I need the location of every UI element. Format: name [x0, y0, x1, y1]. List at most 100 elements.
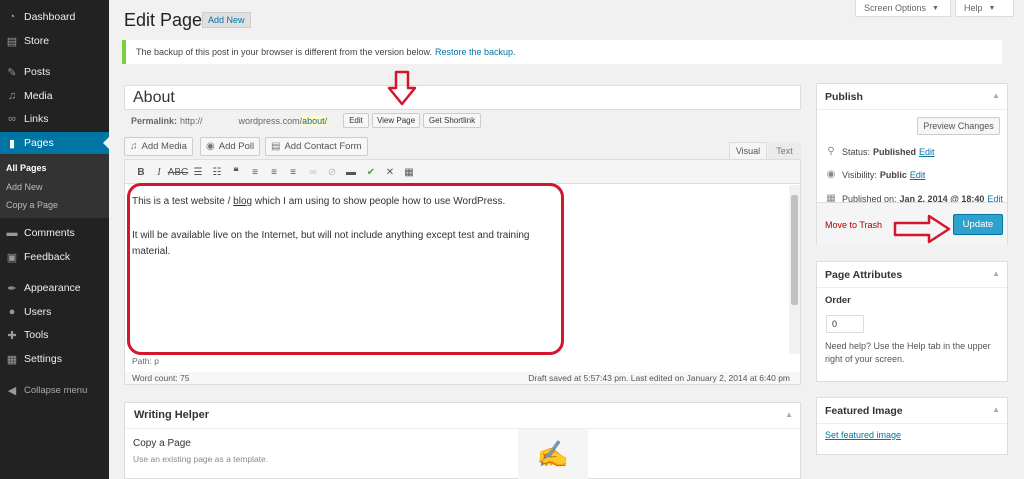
status-label: Status:	[842, 146, 871, 157]
permalink-row: Permalink: http:// wordpress.com/ about/	[131, 116, 328, 126]
page-attributes-box: Page Attributes ▲ Order 0 Need help? Use…	[816, 261, 1008, 382]
dashboard-icon: ◔	[8, 11, 16, 23]
sidebar-item-posts[interactable]: ✎ Posts	[0, 62, 109, 82]
sidebar-collapse-menu[interactable]: ◀ Collapse menu	[0, 380, 109, 400]
kitchen-sink-icon[interactable]: ▦	[402, 165, 416, 179]
align-left-icon[interactable]: ≡	[248, 165, 262, 179]
copy-a-page-title[interactable]: Copy a Page	[133, 438, 191, 449]
visibility-edit-link[interactable]: Edit	[910, 170, 926, 180]
move-to-trash-link[interactable]: Move to Trash	[825, 220, 882, 230]
divider	[817, 423, 1007, 424]
publish-title: Publish	[825, 91, 863, 103]
permalink-slug[interactable]: about/	[302, 116, 328, 126]
bullet-list-icon[interactable]: ☰	[191, 165, 205, 179]
eye-icon: ◉	[826, 169, 836, 180]
chevron-down-icon: ▼	[988, 4, 996, 12]
order-input[interactable]: 0	[826, 315, 864, 333]
set-featured-image-link[interactable]: Set featured image	[825, 430, 901, 440]
writing-helper-box: Writing Helper ▲ Copy a Page Use an exis…	[124, 402, 801, 479]
tools-icon: ✚	[7, 329, 17, 342]
insert-link-icon[interactable]: ∞	[306, 165, 320, 179]
editor-scrollbar[interactable]	[789, 185, 800, 354]
read-more-icon[interactable]: ▬	[344, 165, 358, 179]
blockquote-icon[interactable]: ❝	[229, 165, 243, 179]
media-icon: ♫	[130, 141, 138, 152]
divider	[817, 109, 1007, 110]
order-label: Order	[825, 295, 851, 306]
sidebar-item-settings[interactable]: ▦ Settings	[0, 349, 109, 369]
add-new-button[interactable]: Add New	[202, 12, 251, 28]
unlink-icon[interactable]: ⊘	[325, 165, 339, 179]
status-row: ⚲ Status: Published Edit	[826, 146, 935, 157]
submenu-all-pages[interactable]: All Pages	[6, 163, 47, 173]
copy-a-page-description: Use an existing page as a template.	[133, 454, 269, 464]
add-poll-button[interactable]: ◉ Add Poll	[200, 137, 261, 156]
get-shortlink-button[interactable]: Get Shortlink	[423, 113, 481, 128]
annotation-highlight-box	[127, 183, 564, 355]
tab-text[interactable]: Text	[768, 142, 801, 159]
add-media-label: Add Media	[141, 141, 187, 152]
post-title-input[interactable]: About	[124, 85, 801, 110]
annotation-arrow-down	[387, 70, 417, 106]
visibility-row: ◉ Visibility: Public Edit	[826, 169, 926, 180]
scrollbar-thumb[interactable]	[791, 195, 798, 305]
align-center-icon[interactable]: ≡	[267, 165, 281, 179]
annotation-arrow-right	[893, 214, 951, 244]
screen-options-tab[interactable]: Screen Options ▼	[855, 0, 951, 17]
backup-notice: The backup of this post in your browser …	[122, 40, 1002, 64]
collapse-toggle-icon[interactable]: ▲	[992, 405, 1000, 414]
spellcheck-icon[interactable]: ✔	[364, 165, 378, 179]
add-contact-form-label: Add Contact Form	[284, 141, 362, 152]
hand-pen-icon[interactable]: ✍	[518, 429, 588, 479]
sidebar-item-pages[interactable]: ▮ Pages	[0, 132, 109, 154]
collapse-toggle-icon[interactable]: ▲	[992, 269, 1000, 278]
add-media-button[interactable]: ♫ Add Media	[124, 137, 193, 156]
align-right-icon[interactable]: ≡	[286, 165, 300, 179]
sidebar-item-tools[interactable]: ✚ Tools	[0, 325, 109, 345]
help-label: Help	[964, 3, 983, 13]
italic-icon[interactable]: I	[152, 165, 166, 179]
pages-submenu: All Pages Add New Copy a Page	[0, 154, 109, 218]
collapse-toggle-icon[interactable]: ▲	[785, 410, 793, 419]
submenu-add-new[interactable]: Add New	[6, 182, 43, 192]
permalink-edit-button[interactable]: Edit	[343, 113, 369, 128]
view-page-button[interactable]: View Page	[372, 113, 420, 128]
sidebar-item-media[interactable]: ♫ Media	[0, 86, 109, 106]
visibility-value: Public	[879, 169, 907, 180]
screen-options-label: Screen Options	[864, 3, 927, 13]
editor-toolbar: B I ABC ☰ ☷ ❝ ≡ ≡ ≡ ∞ ⊘ ▬ ✔ ✕ ▦	[125, 160, 800, 184]
fullscreen-icon[interactable]: ✕	[383, 165, 397, 179]
update-button[interactable]: Update	[953, 214, 1003, 235]
submenu-copy-a-page[interactable]: Copy a Page	[6, 200, 58, 210]
sidebar-item-feedback[interactable]: ▣ Feedback	[0, 247, 109, 267]
draft-status: Draft saved at 5:57:43 pm. Last edited o…	[528, 373, 790, 383]
chevron-down-icon: ▼	[932, 4, 939, 12]
help-tab[interactable]: Help ▼	[955, 0, 1014, 17]
permalink-prefix: http://	[180, 116, 203, 126]
restore-backup-link[interactable]: Restore the backup.	[435, 47, 516, 57]
collapse-toggle-icon[interactable]: ▲	[992, 91, 1000, 100]
store-icon: ▤	[6, 35, 18, 48]
sidebar-item-comments[interactable]: ▬ Comments	[0, 223, 109, 243]
featured-image-title: Featured Image	[825, 405, 903, 417]
preview-changes-button[interactable]: Preview Changes	[917, 117, 1000, 135]
sidebar-item-links[interactable]: ∞ Links	[0, 109, 109, 129]
page-attributes-title: Page Attributes	[825, 269, 903, 281]
media-icon: ♫	[7, 90, 17, 102]
editor-status-bar: Word count: 75 Draft saved at 5:57:43 pm…	[124, 372, 801, 385]
divider	[125, 428, 800, 429]
word-count: Word count: 75	[132, 373, 190, 383]
users-icon: ●	[8, 306, 16, 318]
numbered-list-icon[interactable]: ☷	[210, 165, 224, 179]
bold-icon[interactable]: B	[134, 165, 148, 179]
sidebar-item-dashboard[interactable]: ◔ Dashboard	[0, 7, 109, 27]
sidebar-item-appearance[interactable]: ✒ Appearance	[0, 278, 109, 298]
status-edit-link[interactable]: Edit	[919, 147, 935, 157]
tab-visual[interactable]: Visual	[729, 142, 767, 159]
sidebar-item-users[interactable]: ● Users	[0, 302, 109, 322]
strikethrough-icon[interactable]: ABC	[168, 165, 189, 179]
sidebar-item-store[interactable]: ▤ Store	[0, 31, 109, 51]
add-contact-form-button[interactable]: ▤ Add Contact Form	[265, 137, 368, 156]
editor-path: Path: p	[132, 356, 159, 366]
pages-icon: ▮	[8, 137, 16, 150]
